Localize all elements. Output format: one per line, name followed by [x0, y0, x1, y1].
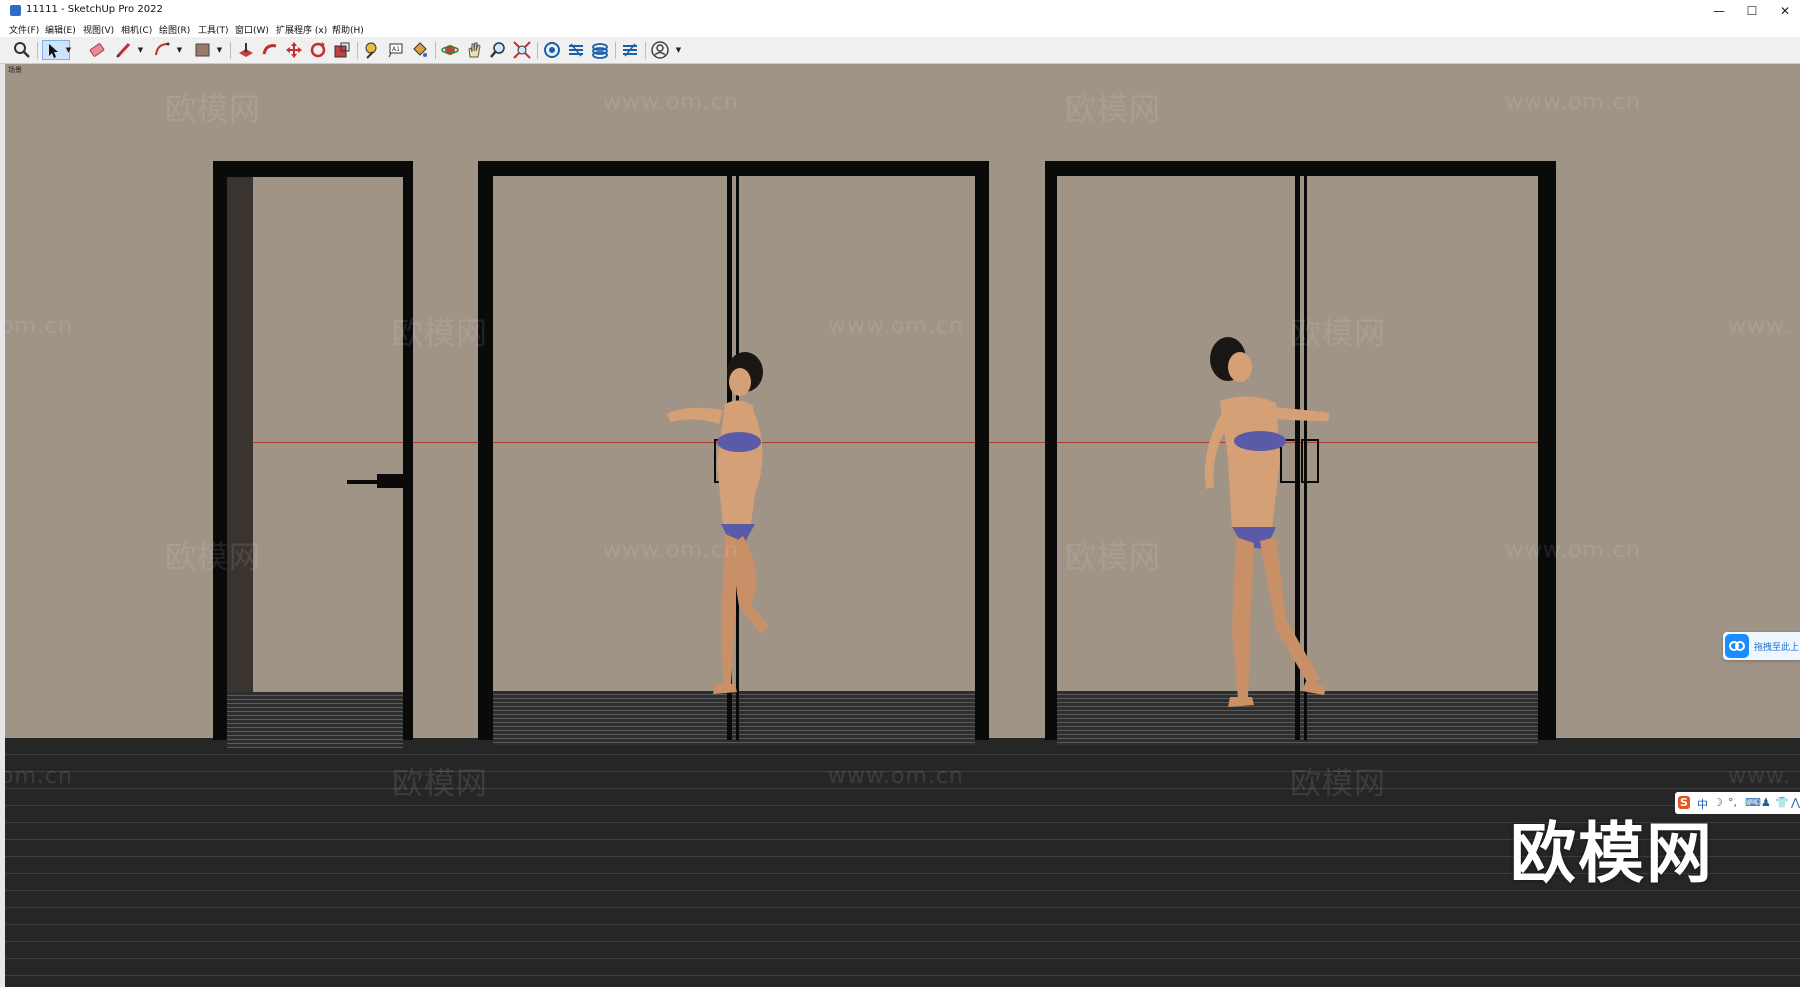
cloud-drop-label: 拖拽至此上: [1754, 643, 1800, 653]
watermark: 欧模网: [1065, 540, 1161, 576]
tape-measure-icon[interactable]: [362, 40, 382, 60]
magnifier-icon[interactable]: [12, 40, 32, 60]
chevron-down-icon[interactable]: ▼: [136, 40, 145, 60]
scale-icon[interactable]: [332, 40, 352, 60]
chevron-down-icon[interactable]: ▼: [215, 40, 224, 60]
sketchup-logo-icon: [10, 5, 21, 16]
watermark: 欧模网: [392, 766, 488, 802]
menu-edit[interactable]: 编辑(E): [45, 23, 76, 36]
menu-view[interactable]: 视图(V): [83, 23, 114, 36]
shape-icon[interactable]: [193, 40, 213, 60]
minimize-button[interactable]: —: [1704, 2, 1734, 20]
watermark: om.cn: [5, 314, 73, 339]
watermark: www.om.cn: [603, 538, 739, 563]
user-account-icon[interactable]: [650, 40, 670, 60]
follow-me-icon[interactable]: [260, 40, 280, 60]
watermark: www.om.cn: [1505, 538, 1641, 563]
title-bar: 11111 - SketchUp Pro 2022 — ☐ ✕: [0, 0, 1800, 22]
extension-icon[interactable]: [620, 40, 640, 60]
watermark: www.: [1728, 764, 1791, 789]
toolbox-icon[interactable]: ♟: [1761, 796, 1771, 809]
close-button[interactable]: ✕: [1770, 2, 1800, 20]
punctuation-icon[interactable]: °,: [1728, 796, 1737, 809]
watermark: www.om.cn: [828, 764, 964, 789]
keyboard-icon[interactable]: ⌨: [1745, 796, 1761, 809]
push-pull-icon[interactable]: [236, 40, 256, 60]
menu-tools[interactable]: 工具(T): [198, 23, 229, 36]
chevron-down-icon[interactable]: ▼: [674, 40, 683, 60]
move-icon[interactable]: [284, 40, 304, 60]
zoom-icon[interactable]: [488, 40, 508, 60]
window-title: 11111 - SketchUp Pro 2022: [26, 4, 163, 15]
menu-file[interactable]: 文件(F): [9, 23, 39, 36]
zoom-extents-icon[interactable]: [512, 40, 532, 60]
text-icon[interactable]: A1: [386, 40, 406, 60]
watermark: 欧模网: [165, 540, 261, 576]
watermark: 欧模网: [1290, 316, 1386, 352]
single-door: [213, 161, 413, 748]
scene-tab-label[interactable]: 场景: [8, 65, 22, 75]
chevron-down-icon[interactable]: ▼: [175, 40, 184, 60]
menu-extensions[interactable]: 扩展程序 (x): [276, 23, 327, 36]
layers-icon[interactable]: [590, 40, 610, 60]
watermark: 欧模网: [392, 316, 488, 352]
warehouse-icon[interactable]: [542, 40, 562, 60]
pencil-icon[interactable]: [114, 40, 134, 60]
moon-icon[interactable]: ☽: [1713, 796, 1723, 809]
menu-camera[interactable]: 相机(C): [121, 23, 152, 36]
pan-hand-icon[interactable]: [464, 40, 484, 60]
watermark: 欧模网: [1290, 766, 1386, 802]
menu-help[interactable]: 帮助(H): [332, 23, 364, 36]
skin-icon[interactable]: 👕: [1775, 796, 1789, 809]
door-lever-handle: [347, 480, 380, 484]
menu-draw[interactable]: 绘图(R): [159, 23, 190, 36]
expand-icon[interactable]: ⋀: [1791, 796, 1800, 809]
toolbar: ▼ ▼ ▼ ▼ A1 ▼: [0, 37, 1800, 64]
eraser-icon[interactable]: [87, 40, 107, 60]
cloud-drop-button[interactable]: 拖拽至此上: [1723, 632, 1800, 660]
menu-window[interactable]: 窗口(W): [235, 23, 269, 36]
chevron-down-icon[interactable]: ▼: [64, 40, 73, 60]
watermark: www.om.cn: [1505, 90, 1641, 115]
rotate-icon[interactable]: [308, 40, 328, 60]
svg-text:A1: A1: [392, 46, 400, 53]
cloud-icon: [1725, 634, 1749, 658]
menu-bar: 文件(F) 编辑(E) 视图(V) 相机(C) 绘图(R) 工具(T) 窗口(W…: [0, 22, 1800, 37]
arc-icon[interactable]: [153, 40, 173, 60]
watermark: www.: [1728, 314, 1791, 339]
paint-bucket-icon[interactable]: [410, 40, 430, 60]
door-lock: [377, 474, 411, 488]
watermark: www.om.cn: [828, 314, 964, 339]
maximize-button[interactable]: ☐: [1737, 2, 1767, 20]
watermark: 欧模网: [1065, 92, 1161, 128]
watermark: 欧模网: [165, 92, 261, 128]
orbit-icon[interactable]: [440, 40, 460, 60]
human-figure-model: [1204, 337, 1330, 707]
brand-watermark: 欧模网: [1510, 815, 1714, 892]
watermark: om.cn: [5, 764, 73, 789]
extension-icon[interactable]: [566, 40, 586, 60]
human-figure-model: [667, 352, 769, 694]
watermark: www.om.cn: [603, 90, 739, 115]
